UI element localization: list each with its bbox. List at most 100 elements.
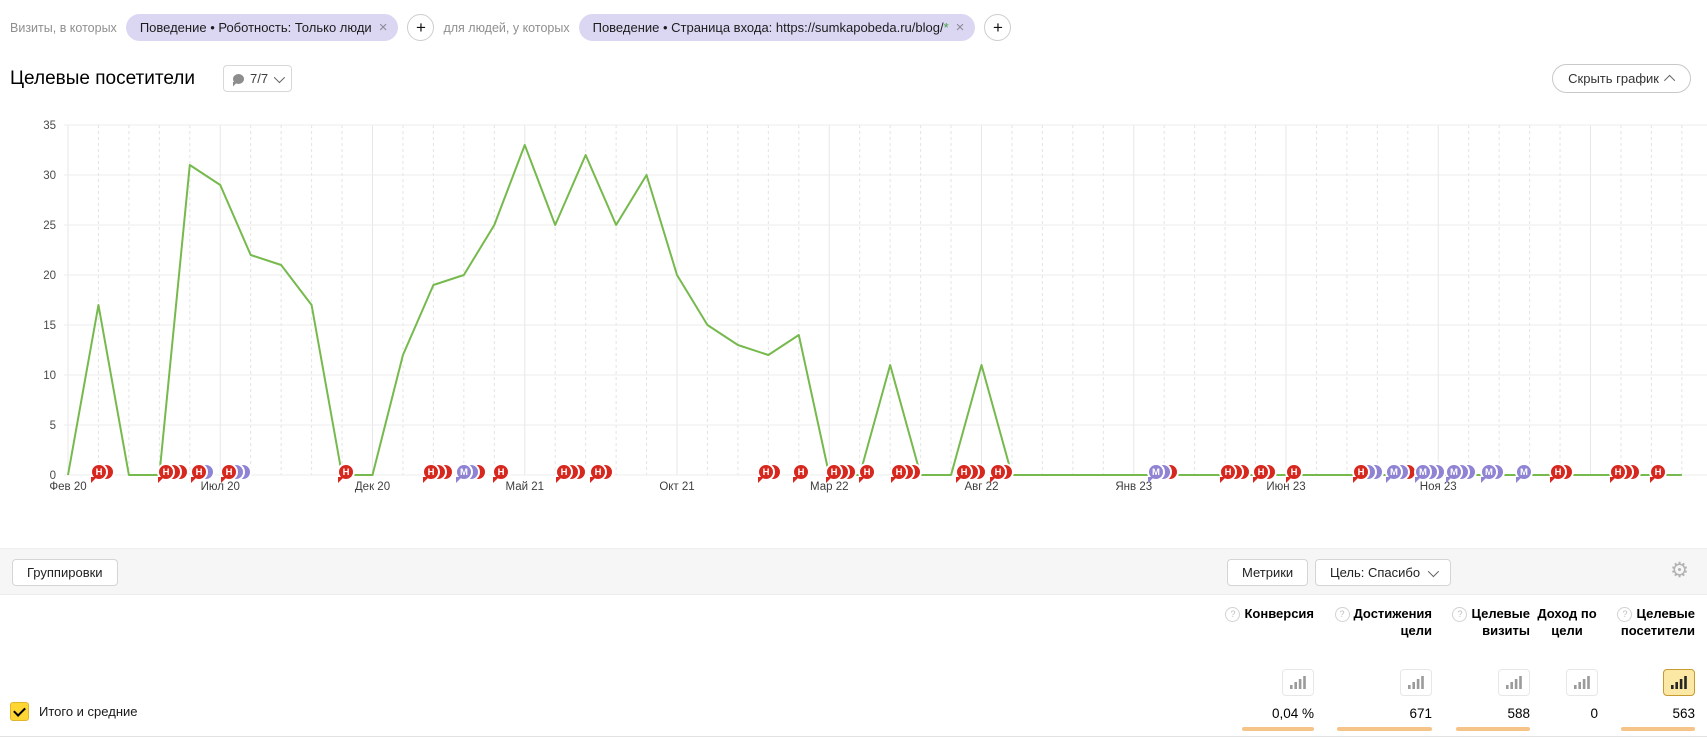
- value-heat-bar: [1337, 727, 1432, 731]
- comment-bubble-icon: Н: [890, 463, 908, 481]
- value-heat-bar: [1242, 727, 1314, 731]
- comment-bubble-icon: М: [1414, 463, 1432, 481]
- filter-chip-entry-page[interactable]: Поведение • Страница входа: https://sumk…: [579, 14, 976, 41]
- goal-select-label: Цель: Спасибо: [1330, 565, 1420, 580]
- metric-chart-toggle[interactable]: [1663, 669, 1695, 696]
- total-value: 0: [1532, 698, 1600, 731]
- comment-bubble-icon: Н: [90, 463, 108, 481]
- comment-bubble-icon: Н: [955, 463, 973, 481]
- metric-chart-toggle[interactable]: [1566, 669, 1598, 696]
- svg-text:30: 30: [43, 170, 56, 182]
- comment-bubble-icon: М: [1385, 463, 1403, 481]
- comment-marker[interactable]: Н: [555, 463, 593, 487]
- comment-bubble-icon: Н: [337, 463, 355, 481]
- comment-bubble-icon: Н: [1609, 463, 1627, 481]
- comment-bubble-icon: Н: [1649, 463, 1667, 481]
- table-bottom-divider: [0, 736, 1707, 737]
- comment-marker[interactable]: Н: [337, 463, 375, 487]
- total-value: 0,04 %: [1198, 698, 1316, 731]
- comment-bubble-icon: М: [1515, 463, 1533, 481]
- metrics-button[interactable]: Метрики: [1227, 559, 1308, 586]
- comment-marker[interactable]: М: [1480, 463, 1518, 487]
- filter-chip-text: Поведение • Роботность: Только люди: [140, 20, 372, 35]
- comment-marker[interactable]: Н: [989, 463, 1027, 487]
- metric-icon-cell: [1532, 662, 1600, 698]
- comment-bubble-icon: Н: [220, 463, 238, 481]
- value-heat-bar: [1621, 727, 1695, 731]
- comment-marker[interactable]: Н: [1285, 463, 1323, 487]
- comment-marker[interactable]: М: [455, 463, 493, 487]
- chevron-up-icon: [1664, 74, 1675, 85]
- x-axis-label: Фев 20: [49, 481, 86, 493]
- comment-bubble-icon: Н: [1549, 463, 1567, 481]
- comment-bubble-icon: Н: [858, 463, 876, 481]
- metric-chart-toggle[interactable]: [1400, 669, 1432, 696]
- comment-bubble-icon: Н: [792, 463, 810, 481]
- comments-dropdown-button[interactable]: 7/7: [223, 65, 292, 92]
- visits-filter-label: Визиты, в которых: [10, 21, 117, 35]
- people-filter-label: для людей, у которых: [443, 21, 569, 35]
- filter-chip-text: Поведение • Страница входа: https://sumk…: [593, 20, 949, 35]
- table-toolbar: Группировки Метрики Цель: Спасибо ⚙: [0, 548, 1707, 595]
- svg-text:25: 25: [43, 220, 56, 232]
- comment-bubble-icon: Н: [157, 463, 175, 481]
- svg-text:35: 35: [43, 120, 56, 132]
- comment-bubble-icon: Н: [1252, 463, 1270, 481]
- metric-icon-cell: [1316, 662, 1434, 698]
- filter-bar: Визиты, в которых Поведение • Роботность…: [10, 14, 1011, 41]
- x-axis-label: Окт 21: [659, 481, 694, 493]
- totals-row-label: Итого и средние: [39, 704, 137, 719]
- value-heat-bar: [1456, 727, 1530, 731]
- page-title: Целевые посетители: [10, 68, 195, 90]
- svg-text:5: 5: [50, 420, 56, 432]
- comment-marker[interactable]: Н: [1549, 463, 1587, 487]
- comment-marker[interactable]: М: [1147, 463, 1185, 487]
- total-value: 588: [1434, 698, 1532, 731]
- add-people-filter-button[interactable]: +: [984, 14, 1011, 41]
- metric-chart-toggle[interactable]: [1498, 669, 1530, 696]
- column-header: ?Целевые визиты: [1434, 600, 1532, 662]
- comment-bubble-icon: Н: [1285, 463, 1303, 481]
- chart-canvas: 05101520253035: [0, 110, 1707, 510]
- groupings-button[interactable]: Группировки: [12, 559, 118, 586]
- comment-bubble-icon: Н: [989, 463, 1007, 481]
- comment-marker[interactable]: Н: [955, 463, 993, 487]
- column-header: ?Конверсия: [1198, 600, 1316, 662]
- comment-marker[interactable]: Н: [1649, 463, 1687, 487]
- totals-row: Итого и средние: [10, 702, 137, 721]
- goal-select[interactable]: Цель: Спасибо: [1315, 559, 1451, 586]
- comment-bubble-icon: Н: [555, 463, 573, 481]
- hide-chart-button[interactable]: Скрыть график: [1552, 64, 1691, 93]
- total-value: 671: [1316, 698, 1434, 731]
- help-icon[interactable]: ?: [1335, 607, 1350, 622]
- remove-filter-icon[interactable]: ×: [379, 20, 388, 35]
- help-icon[interactable]: ?: [1452, 607, 1467, 622]
- add-filter-button[interactable]: +: [407, 14, 434, 41]
- remove-filter-icon[interactable]: ×: [956, 20, 965, 35]
- comment-marker[interactable]: Н: [220, 463, 258, 487]
- comment-marker[interactable]: Н: [492, 463, 530, 487]
- help-icon[interactable]: ?: [1617, 607, 1632, 622]
- comment-marker[interactable]: Н: [1609, 463, 1647, 487]
- comment-marker[interactable]: М: [1445, 463, 1483, 487]
- column-header: Доход по цели: [1532, 600, 1600, 662]
- gear-icon[interactable]: ⚙: [1670, 560, 1689, 581]
- metric-chart-toggle[interactable]: [1282, 669, 1314, 696]
- comment-marker[interactable]: М: [1515, 463, 1553, 487]
- comment-marker[interactable]: Н: [589, 463, 627, 487]
- totals-checkbox[interactable]: [10, 702, 29, 721]
- help-icon[interactable]: ?: [1225, 607, 1240, 622]
- metric-icon-cell: [1434, 662, 1532, 698]
- comment-marker[interactable]: Н: [890, 463, 928, 487]
- wildcard-char: *: [944, 20, 949, 35]
- comment-bubble-icon: М: [455, 463, 473, 481]
- filter-chip-robotness[interactable]: Поведение • Роботность: Только люди ×: [126, 14, 399, 41]
- comment-bubble-icon: Н: [190, 463, 208, 481]
- chevron-down-icon: [274, 71, 285, 82]
- line-chart: 05101520253035 Фев 20Июл 20Дек 20Май 21О…: [0, 110, 1707, 510]
- comment-bubble-icon: [233, 74, 244, 84]
- comment-marker[interactable]: Н: [90, 463, 128, 487]
- comment-marker[interactable]: Н: [757, 463, 795, 487]
- comment-bubble-icon: Н: [1352, 463, 1370, 481]
- svg-text:20: 20: [43, 270, 56, 282]
